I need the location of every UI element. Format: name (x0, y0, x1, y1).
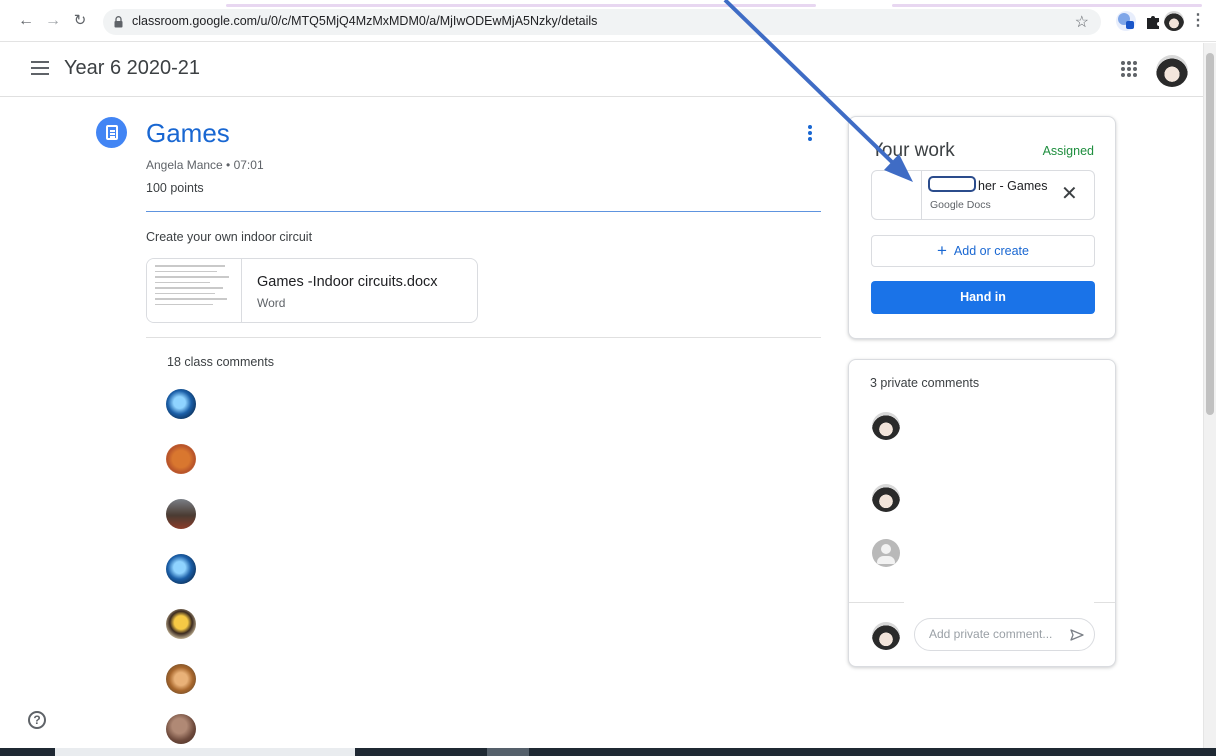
class-title[interactable]: Year 6 2020-21 (64, 57, 200, 80)
commenter-avatar[interactable] (166, 664, 196, 694)
redaction-box (928, 176, 976, 192)
default-user-avatar (872, 539, 900, 567)
your-work-title: Your work (871, 140, 955, 161)
classroom-header: Year 6 2020-21 (0, 43, 1203, 97)
private-commenter-avatar (872, 412, 900, 440)
commenter-avatar[interactable] (166, 714, 196, 744)
reload-icon[interactable]: ↻ (69, 10, 91, 32)
scrollbar-thumb[interactable] (1206, 53, 1214, 415)
attachment-card[interactable]: Games -Indoor circuits.docx Word (146, 258, 478, 323)
hamburger-menu-icon[interactable] (31, 61, 49, 75)
more-vert-icon[interactable] (806, 125, 814, 145)
address-bar[interactable]: classroom.google.com/u/0/c/MTQ5MjQ4MzMxM… (103, 9, 1101, 35)
attachment-type: Word (257, 296, 286, 310)
send-icon[interactable] (1070, 629, 1084, 641)
os-taskbar (0, 748, 1216, 756)
puzzle-icon[interactable] (1143, 11, 1163, 31)
close-icon[interactable]: ✕ (1061, 184, 1078, 204)
assignment-instructions: Create your own indoor circuit (146, 230, 313, 244)
tab-strip-remnant (226, 4, 816, 7)
assignment-meta: Angela Mance • 07:01 (146, 158, 264, 172)
page-scrollbar[interactable] (1203, 43, 1216, 756)
extension-icon[interactable] (1116, 11, 1136, 31)
file-name: her - Games (978, 179, 1048, 193)
submitted-file[interactable]: her - Games Google Docs ✕ (871, 170, 1095, 220)
help-icon[interactable]: ? (28, 711, 46, 729)
add-or-create-button[interactable]: + Add or create (871, 235, 1095, 267)
browser-toolbar: ← → ↻ classroom.google.com/u/0/c/MTQ5MjQ… (0, 0, 1216, 42)
commenter-avatar[interactable] (166, 499, 196, 529)
browser-menu-icon[interactable]: ⋮ (1190, 10, 1206, 32)
lock-icon (114, 16, 123, 28)
your-work-card: Your work Assigned her - Games Google Do… (848, 116, 1116, 339)
class-comments-count[interactable]: 18 class comments (167, 355, 274, 369)
hand-in-button[interactable]: Hand in (871, 281, 1095, 314)
header-divider (146, 211, 821, 212)
commenter-avatar[interactable] (166, 609, 196, 639)
file-type: Google Docs (930, 199, 991, 211)
browser-profile-avatar[interactable] (1164, 11, 1184, 31)
private-comment-input[interactable]: Add private comment... (914, 618, 1095, 651)
private-comments-divider (849, 601, 1115, 604)
apps-grid-icon[interactable] (1121, 61, 1137, 77)
private-commenter-avatar (872, 484, 900, 512)
assignment-points: 100 points (146, 181, 204, 195)
star-icon[interactable]: ☆ (1075, 12, 1089, 32)
commenter-avatar[interactable] (166, 554, 196, 584)
file-thumbnail (872, 171, 922, 219)
attachment-name: Games -Indoor circuits.docx (257, 274, 438, 290)
plus-icon: + (937, 241, 947, 260)
work-status-badge: Assigned (1042, 144, 1094, 158)
assignment-title: Games (146, 118, 230, 148)
attachment-thumbnail (147, 259, 242, 322)
private-comment-placeholder: Add private comment... (929, 627, 1053, 641)
private-comments-card: 3 private comments Add private comment..… (848, 359, 1116, 667)
comments-divider (146, 337, 821, 338)
current-user-avatar (872, 622, 900, 650)
account-avatar[interactable] (1156, 55, 1188, 87)
private-comments-count: 3 private comments (870, 376, 980, 390)
back-arrow-icon[interactable]: ← (15, 10, 37, 32)
commenter-avatar[interactable] (166, 444, 196, 474)
forward-arrow-icon[interactable]: → (42, 10, 64, 32)
add-or-create-label: Add or create (953, 244, 1029, 258)
url-text: classroom.google.com/u/0/c/MTQ5MjQ4MzMxM… (132, 14, 598, 28)
tab-strip-remnant (892, 4, 1202, 7)
assignment-icon (96, 117, 127, 148)
commenter-avatar[interactable] (166, 389, 196, 419)
